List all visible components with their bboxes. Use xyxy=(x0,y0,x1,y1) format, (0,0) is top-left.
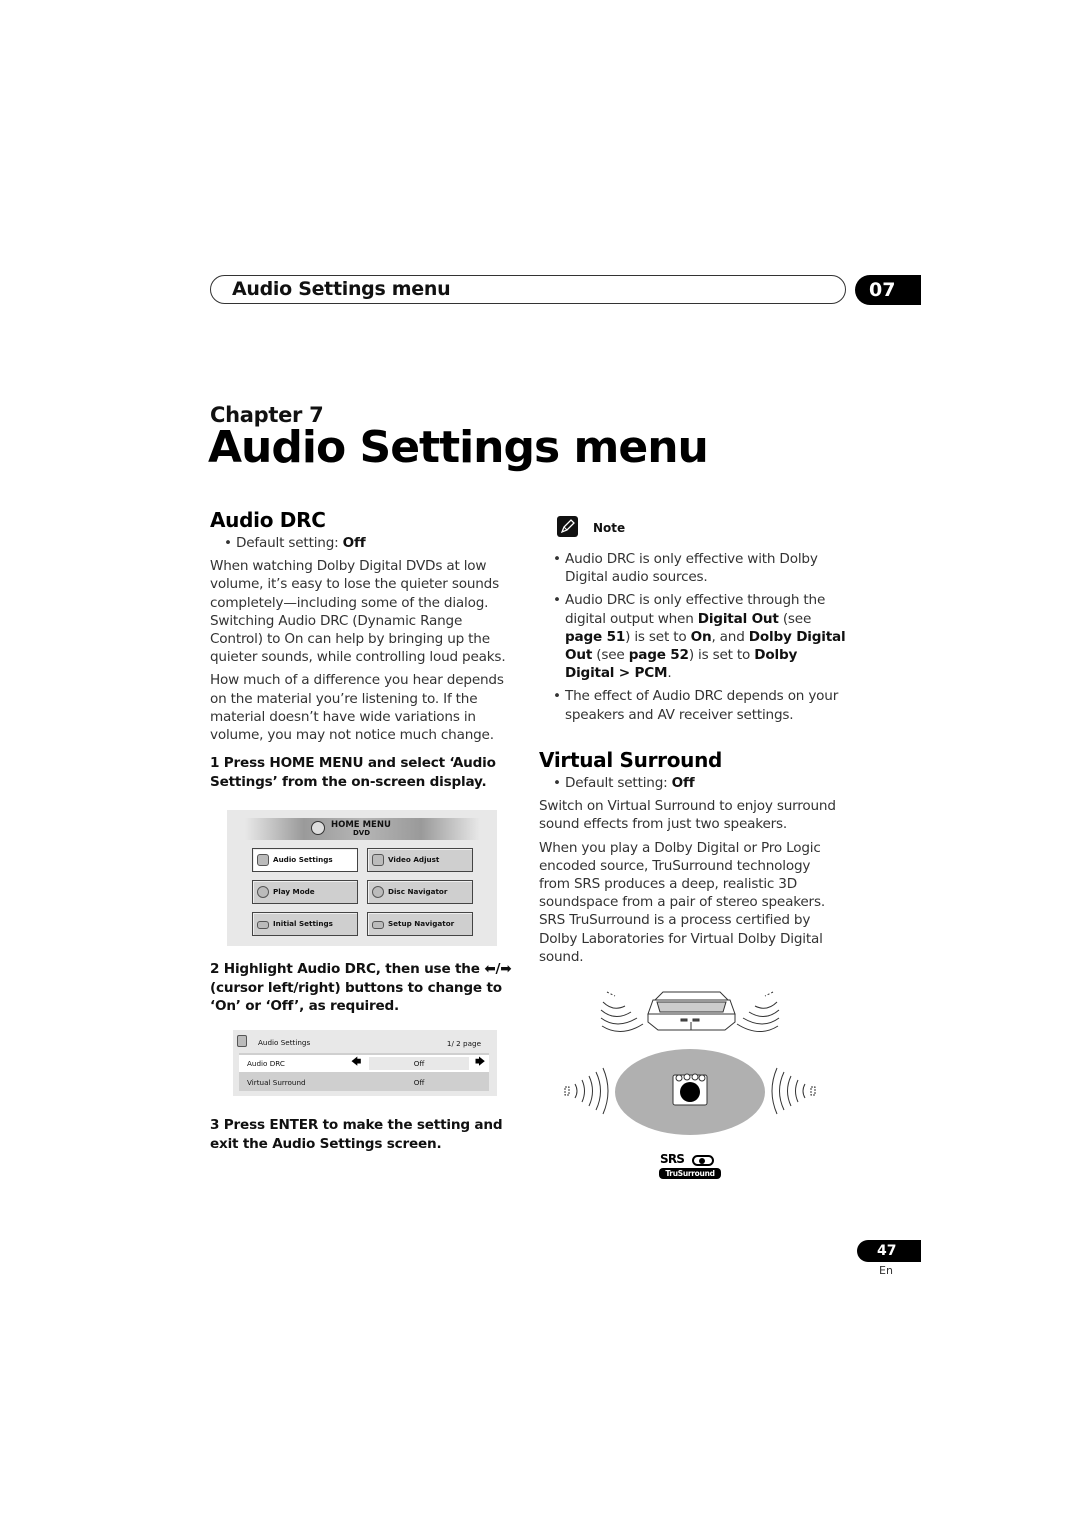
note-label: Note xyxy=(593,521,626,535)
speaker-icon xyxy=(237,1035,247,1047)
note-item: The effect of Audio DRC depends on your … xyxy=(551,687,846,723)
menu-button-video-adjust[interactable]: Video Adjust xyxy=(367,848,473,872)
monitor-icon xyxy=(372,854,384,866)
settings-icon xyxy=(257,921,269,929)
note-item: Audio DRC is only effective with Dolby D… xyxy=(551,550,846,586)
audio-drc-heading: Audio DRC xyxy=(210,508,326,532)
audio-drc-body: Default setting: Off When watching Dolby… xyxy=(210,534,515,749)
virtual-surround-paragraph-2: When you play a Dolby Digital or Pro Log… xyxy=(539,839,825,965)
right-speaker-waves xyxy=(771,1067,816,1115)
step-1: 1 Press HOME MENU and select ‘Audio Sett… xyxy=(210,755,496,790)
language-label: En xyxy=(879,1264,893,1277)
page-title: Audio Settings menu xyxy=(208,422,709,473)
setting-value: Off xyxy=(369,1057,469,1070)
audio-settings-screenshot: Audio Settings 1/ 2 page Audio DRC 🡄 Off… xyxy=(233,1030,497,1096)
settings-row-virtual-surround[interactable]: Virtual Surround Off xyxy=(239,1074,489,1091)
audio-drc-default-value: Off xyxy=(342,535,366,551)
surround-illustration xyxy=(564,991,816,1135)
speaker-icon xyxy=(257,854,269,866)
page-number: 47 xyxy=(857,1240,921,1262)
menu-button-play-mode[interactable]: Play Mode xyxy=(252,880,358,904)
settings-list: Audio DRC 🡄 Off 🡆 Virtual Surround Off xyxy=(239,1053,489,1091)
virtual-surround-body: Default setting: Off Switch on Virtual S… xyxy=(539,774,844,971)
srs-trusurround-logo: SRS TruSurround xyxy=(659,1152,721,1180)
menu-button-setup-navigator[interactable]: Setup Navigator xyxy=(367,912,473,936)
setting-value: Off xyxy=(413,1078,425,1087)
menu-button-initial-settings[interactable]: Initial Settings xyxy=(252,912,358,936)
header-section-title: Audio Settings menu xyxy=(232,278,451,300)
left-speaker-waves xyxy=(564,1067,609,1115)
virtual-surround-default: Default setting: Off xyxy=(551,774,844,792)
srs-circle-icon xyxy=(692,1155,714,1166)
virtual-surround-heading: Virtual Surround xyxy=(539,748,723,772)
home-menu-subtitle: DVD xyxy=(353,829,371,837)
home-menu-screenshot: HOME MENU DVD Audio Settings Video Adjus… xyxy=(227,810,497,946)
tv-icon xyxy=(647,991,736,1031)
step-2: 2 Highlight Audio DRC, then use the ⬅/➡ … xyxy=(210,961,512,1014)
page-indicator: 1/ 2 page xyxy=(446,1039,481,1048)
audio-drc-default: Default setting: Off xyxy=(222,534,515,552)
disc-icon xyxy=(311,821,325,835)
note-list: Audio DRC is only effective with Dolby D… xyxy=(551,550,846,729)
menu-button-disc-navigator[interactable]: Disc Navigator xyxy=(367,880,473,904)
settings-row-audio-drc[interactable]: Audio DRC 🡄 Off 🡆 xyxy=(239,1055,489,1072)
audio-settings-screen-title: Audio Settings xyxy=(258,1038,311,1047)
disc-navigator-icon xyxy=(372,886,384,898)
audio-drc-paragraph-1: When watching Dolby Digital DVDs at low … xyxy=(210,558,506,666)
arrow-left-icon[interactable]: 🡄 xyxy=(351,1057,361,1069)
chapter-number-tab: 07 xyxy=(855,275,921,305)
play-mode-icon xyxy=(257,886,269,898)
audio-drc-paragraph-2: How much of a difference you hear depend… xyxy=(210,672,504,744)
front-left-sound-waves xyxy=(600,991,644,1032)
setup-navigator-icon xyxy=(372,921,384,929)
menu-button-audio-settings[interactable]: Audio Settings xyxy=(252,848,358,872)
arrow-right-icon[interactable]: 🡆 xyxy=(475,1057,485,1069)
note-item: Audio DRC is only effective through the … xyxy=(551,591,846,682)
pencil-icon xyxy=(557,516,578,537)
step-3: 3 Press ENTER to make the setting and ex… xyxy=(210,1117,503,1152)
virtual-surround-paragraph-1: Switch on Virtual Surround to enjoy surr… xyxy=(539,798,836,833)
virtual-surround-default-value: Off xyxy=(671,775,695,791)
listener-icon xyxy=(672,1073,708,1106)
front-right-sound-waves xyxy=(736,991,780,1032)
